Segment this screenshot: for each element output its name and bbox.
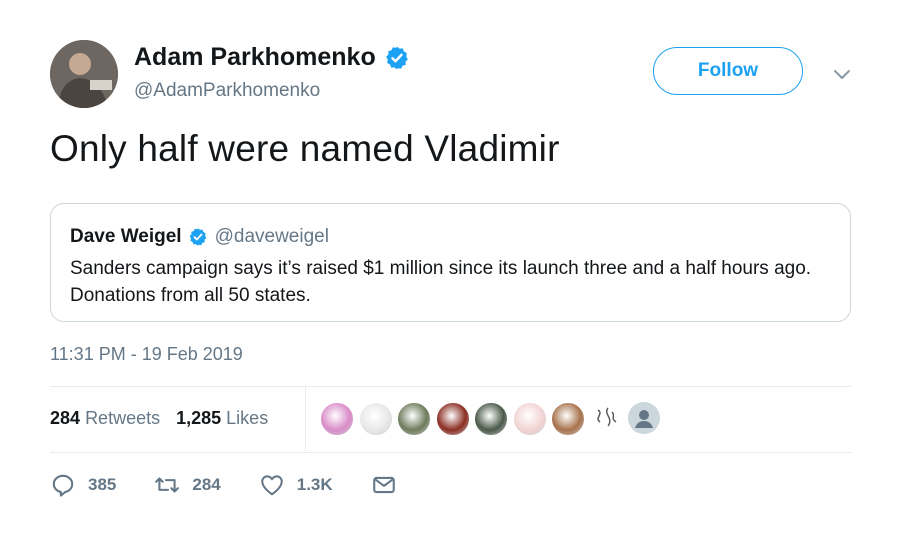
liker-avatar-signature[interactable] [590,402,624,436]
liker-avatar-default[interactable] [628,402,662,436]
liker-avatar-flower[interactable] [435,402,470,436]
direct-message-button[interactable] [371,472,397,498]
envelope-icon [372,476,395,494]
stats-separator [305,387,306,451]
likes-stat-label: Likes [226,408,269,428]
liker-avatar-sketch[interactable] [358,402,393,436]
tweet-text: Only half were named Vladimir [50,128,560,169]
engagement-stats: 284 Retweets 1,285 Likes [50,408,284,429]
likes-stat[interactable]: 1,285 Likes [176,408,268,429]
liker-avatar-man[interactable] [397,402,431,436]
like-count: 1.3K [296,475,333,494]
quoted-author-handle: @daveweigel [214,226,329,247]
retweets-stat-label: Retweets [85,408,161,428]
reply-button[interactable]: 385 [50,472,116,498]
quoted-tweet-text: Sanders campaign says it’s raised $1 mil… [70,258,812,306]
retweet-button[interactable]: 284 [154,472,221,498]
like-button[interactable]: 1.3K [259,472,333,498]
liker-avatars [320,402,667,436]
chevron-down-icon[interactable] [832,64,852,84]
retweet-icon [155,477,180,493]
verified-badge-icon [189,228,206,246]
retweet-count: 284 [192,475,221,494]
liker-avatar-landscape[interactable] [474,402,508,436]
tweet-actions: 385 284 1.3K [50,472,435,498]
retweets-stat-count: 284 [50,408,81,428]
verified-badge-icon [385,46,408,69]
tweet-timestamp[interactable]: 11:31 PM - 19 Feb 2019 [50,344,243,365]
divider [50,452,852,453]
heart-icon [260,475,283,496]
quoted-author-name: Dave Weigel [70,226,182,247]
likes-stat-count: 1,285 [176,408,222,428]
reply-icon [52,474,74,497]
author-avatar[interactable] [50,40,118,108]
reply-count: 385 [88,475,117,494]
liker-avatar-seal[interactable] [512,402,547,436]
retweets-stat[interactable]: 284 Retweets [50,408,160,429]
liker-avatar-pink[interactable] [320,402,354,436]
avatar-photo [50,40,118,108]
author-name-row: Adam Parkhomenko [134,43,410,72]
quoted-tweet-header: Dave Weigel @daveweigel [70,226,329,248]
quoted-tweet[interactable]: Dave Weigel @daveweigel Sanders campaign… [50,203,851,322]
divider [50,386,852,387]
author-handle[interactable]: @AdamParkhomenko [134,80,320,102]
liker-avatar-woman[interactable] [551,402,585,436]
author-name[interactable]: Adam Parkhomenko [134,43,376,72]
follow-button[interactable]: Follow [653,47,803,95]
